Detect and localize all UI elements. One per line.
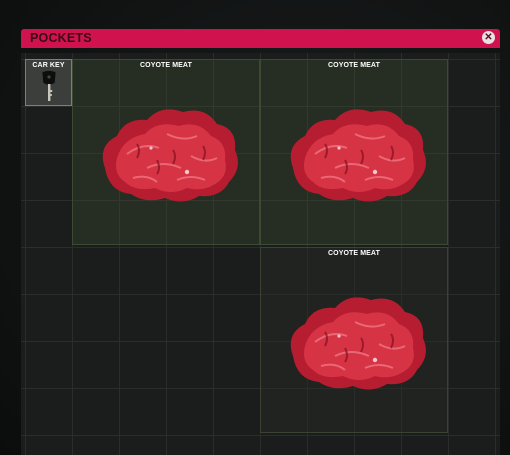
inventory-item-coyote-meat[interactable]: COYOTE MEAT: [260, 247, 448, 433]
inventory-item-coyote-meat[interactable]: COYOTE MEAT: [72, 59, 260, 245]
item-label: COYOTE MEAT: [140, 62, 192, 69]
inventory-grid: CAR KEY COYOTE MEAT COYOTE MEAT COYOTE M…: [21, 53, 500, 455]
inventory-item-car-key[interactable]: CAR KEY: [25, 59, 72, 106]
car-key-icon: [41, 70, 57, 101]
close-icon[interactable]: ✕: [482, 31, 495, 44]
meat-icon: [290, 109, 426, 202]
meat-icon: [290, 297, 426, 390]
meat-icon: [102, 109, 238, 202]
inventory-item-coyote-meat[interactable]: COYOTE MEAT: [260, 59, 448, 245]
item-label: CAR KEY: [32, 62, 65, 69]
panel-title: POCKETS: [30, 31, 92, 45]
panel-titlebar: POCKETS ✕: [21, 29, 500, 48]
item-label: COYOTE MEAT: [328, 62, 380, 69]
item-label: COYOTE MEAT: [328, 250, 380, 257]
pockets-inventory-panel: POCKETS ✕ CAR KEY COYOTE MEAT COYOTE MEA…: [21, 29, 500, 455]
